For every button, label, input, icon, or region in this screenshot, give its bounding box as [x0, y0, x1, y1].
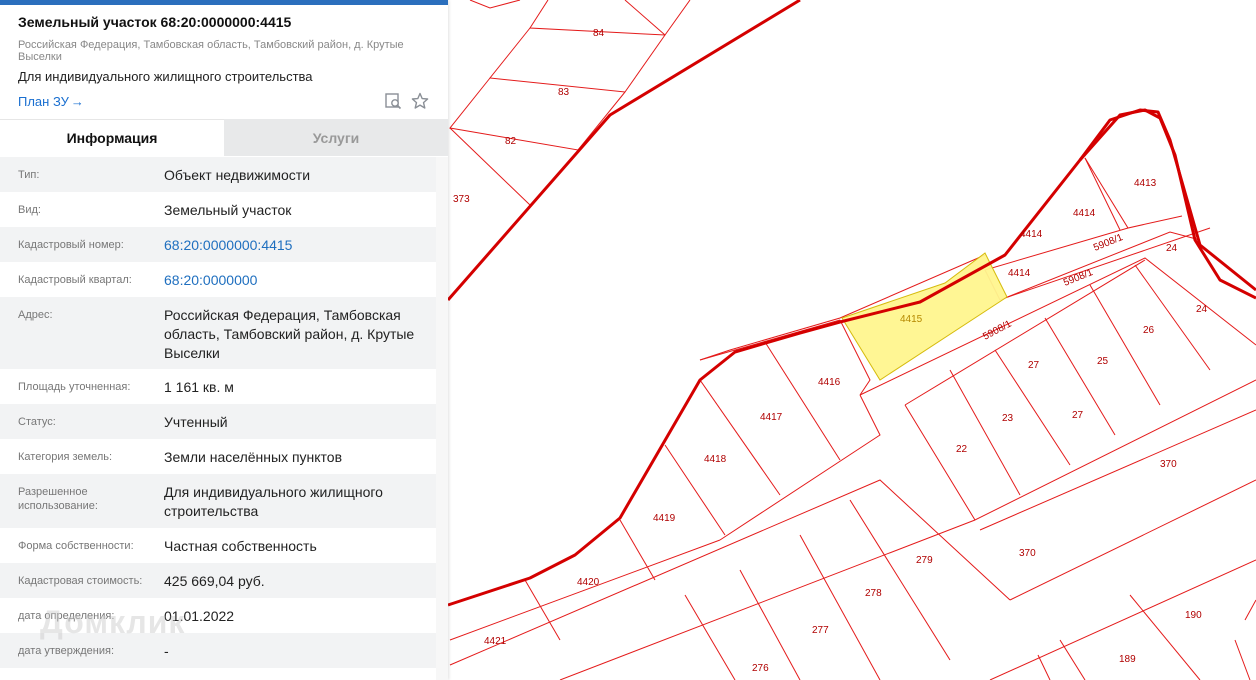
map-label: 4418	[704, 454, 727, 465]
map-label: 27	[1028, 360, 1040, 371]
purpose-text: Для индивидуального жилищного строительс…	[18, 69, 313, 84]
row-value: Объект недвижимости	[164, 167, 311, 183]
row-label: Вид:	[18, 204, 41, 216]
row-label: Адрес:	[18, 309, 53, 321]
info-row-type: Тип: Объект недвижимости	[0, 157, 436, 192]
tab-services[interactable]: Услуги	[224, 119, 448, 156]
accent-bar	[0, 0, 448, 5]
boundary-lines	[446, 0, 1256, 607]
map-label: 25	[1097, 356, 1109, 367]
row-value: Для индивидуального жилищного строительс…	[164, 484, 383, 519]
row-label: Кадастровый номер:	[18, 239, 124, 251]
map-label: 82	[505, 136, 517, 147]
row-value: Земельный участок	[164, 202, 292, 218]
map-label: 4413	[1134, 178, 1157, 189]
map-label: 4414	[1073, 208, 1096, 219]
address-subtitle: Российская Федерация, Тамбовская область…	[18, 39, 404, 63]
map-label: 5908/1	[981, 318, 1014, 342]
row-label: Кадастровый квартал:	[18, 274, 132, 286]
map-label: 190	[1185, 610, 1202, 621]
map-label: 278	[865, 588, 882, 599]
map-label: 4419	[653, 513, 676, 524]
map-label: 189	[1119, 654, 1136, 665]
row-label: Форма собственности:	[18, 540, 134, 552]
search-document-icon[interactable]	[384, 92, 402, 110]
info-row-cadastral-quarter: Кадастровый квартал: 68:20:0000000	[0, 262, 436, 297]
info-row-ownership: Форма собственности: Частная собственнос…	[0, 528, 436, 563]
info-panel: Земельный участок 68:20:0000000:4415 Рос…	[0, 0, 448, 680]
map-label: 4417	[760, 412, 783, 423]
plan-link-label: План ЗУ	[18, 94, 69, 109]
map-label: 4421	[484, 636, 507, 647]
row-value: 1 161 кв. м	[164, 379, 234, 395]
row-value: Учтенный	[164, 414, 228, 430]
plan-link[interactable]: План ЗУ →	[18, 94, 84, 109]
row-label: Разрешенное использование:	[18, 486, 98, 512]
info-row-cadastral-value: Кадастровая стоимость: 425 669,04 руб.	[0, 563, 436, 598]
arrow-right-icon: →	[70, 94, 84, 109]
info-row-kind: Вид: Земельный участок	[0, 192, 436, 227]
row-label: Категория земель:	[18, 451, 113, 463]
info-row-cadastral-number: Кадастровый номер: 68:20:0000000:4415	[0, 227, 436, 262]
row-label: Площадь уточненная:	[18, 381, 131, 393]
map-label: 4414	[1008, 268, 1031, 279]
info-row-address: Адрес: Российская Федерация, Тамбовская …	[0, 297, 436, 369]
map-label: 277	[812, 625, 829, 636]
map-label: 370	[1019, 548, 1036, 559]
map-label: 279	[916, 555, 933, 566]
page-title: Земельный участок 68:20:0000000:4415	[18, 14, 292, 30]
map-label: 83	[558, 87, 570, 98]
map-label: 4414	[1020, 229, 1043, 240]
row-value: -	[164, 643, 169, 659]
tab-bar: Информация Услуги	[0, 119, 448, 156]
map-labels: 84 83 82 373 4413 4414 4414 4414 5908/1 …	[453, 28, 1208, 674]
info-row-area: Площадь уточненная: 1 161 кв. м	[0, 369, 436, 404]
map-label: 370	[1160, 459, 1177, 470]
row-label: Тип:	[18, 169, 40, 181]
row-value: 01.01.2022	[164, 608, 235, 624]
map-label: 27	[1072, 410, 1084, 421]
map-label: 84	[593, 28, 605, 39]
cadastral-number-link[interactable]: 68:20:0000000:4415	[164, 227, 436, 262]
info-row-status: Статус: Учтенный	[0, 404, 436, 439]
map-label: 26	[1143, 325, 1155, 336]
info-row-permitted-use: Разрешенное использование: Для индивидуа…	[0, 474, 436, 528]
map-label: 4416	[818, 377, 841, 388]
info-row-land-category: Категория земель: Земли населённых пункт…	[0, 439, 436, 474]
map-label: 22	[956, 444, 968, 455]
cadastral-quarter-link[interactable]: 68:20:0000000	[164, 262, 436, 297]
map-label: 373	[453, 194, 470, 205]
map-label: 24	[1196, 304, 1208, 315]
map-label: 4420	[577, 577, 600, 588]
map-label: 276	[752, 663, 769, 674]
row-value: Частная собственность	[164, 538, 317, 554]
parcel-lines	[449, 0, 1256, 680]
map-label: 24	[1166, 243, 1178, 254]
star-icon[interactable]	[411, 92, 429, 110]
row-value: 425 669,04 руб.	[164, 573, 265, 589]
watermark-logo: Домклик	[40, 604, 186, 640]
map-label: 23	[1002, 413, 1014, 424]
map-label: 5908/1	[1092, 232, 1125, 254]
tab-information[interactable]: Информация	[0, 119, 224, 156]
scrollbar[interactable]	[436, 157, 448, 680]
map-label: 4415	[900, 314, 923, 325]
row-label: Кадастровая стоимость:	[18, 575, 143, 587]
row-value: Земли населённых пунктов	[164, 449, 343, 465]
row-value: Российская Федерация, Тамбовская область…	[164, 307, 415, 361]
row-label: Статус:	[18, 416, 56, 428]
info-table: Тип: Объект недвижимости Вид: Земельный …	[0, 157, 436, 668]
